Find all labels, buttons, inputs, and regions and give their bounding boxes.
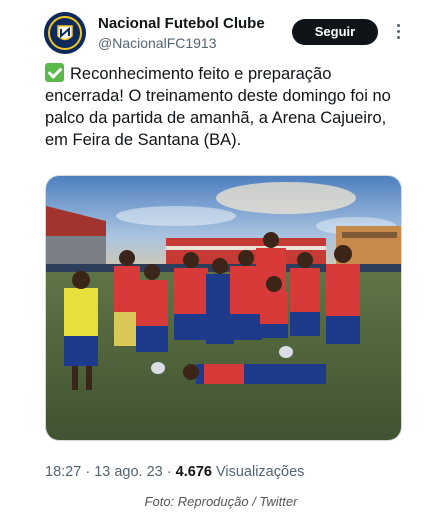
tweet-text: Reconhecimento feito e preparação encerr… (45, 63, 405, 151)
photo-caption: Foto: Reprodução / Twitter (144, 494, 298, 509)
team-photo-image[interactable] (45, 175, 402, 441)
display-name[interactable]: Nacional Futebol Clube (98, 14, 265, 33)
meta-separator: · (85, 464, 91, 480)
tweet-body: Reconhecimento feito e preparação encerr… (45, 65, 391, 149)
follow-button[interactable]: Seguir (292, 19, 378, 45)
tweet-date[interactable]: 13 ago. 23 (94, 464, 163, 480)
tweet-meta: 18:27 · 13 ago. 23 · 4.676 Visualizações (45, 462, 304, 482)
tweet-time[interactable]: 18:27 (45, 464, 81, 480)
account-handle[interactable]: @NacionalFC1913 (98, 33, 265, 53)
tweet-card: Nacional Futebol Clube @NacionalFC1913 S… (0, 0, 442, 485)
account-names: Nacional Futebol Clube @NacionalFC1913 (98, 14, 265, 53)
views-count: 4.676 (175, 464, 212, 480)
check-mark-button-icon (45, 63, 64, 82)
tweet-header: Nacional Futebol Clube @NacionalFC1913 S… (44, 12, 414, 56)
views-label: Visualizações (215, 464, 305, 480)
meta-separator-2: · (166, 464, 172, 480)
more-vertical-icon[interactable] (390, 21, 406, 43)
club-crest-icon[interactable] (44, 12, 86, 54)
